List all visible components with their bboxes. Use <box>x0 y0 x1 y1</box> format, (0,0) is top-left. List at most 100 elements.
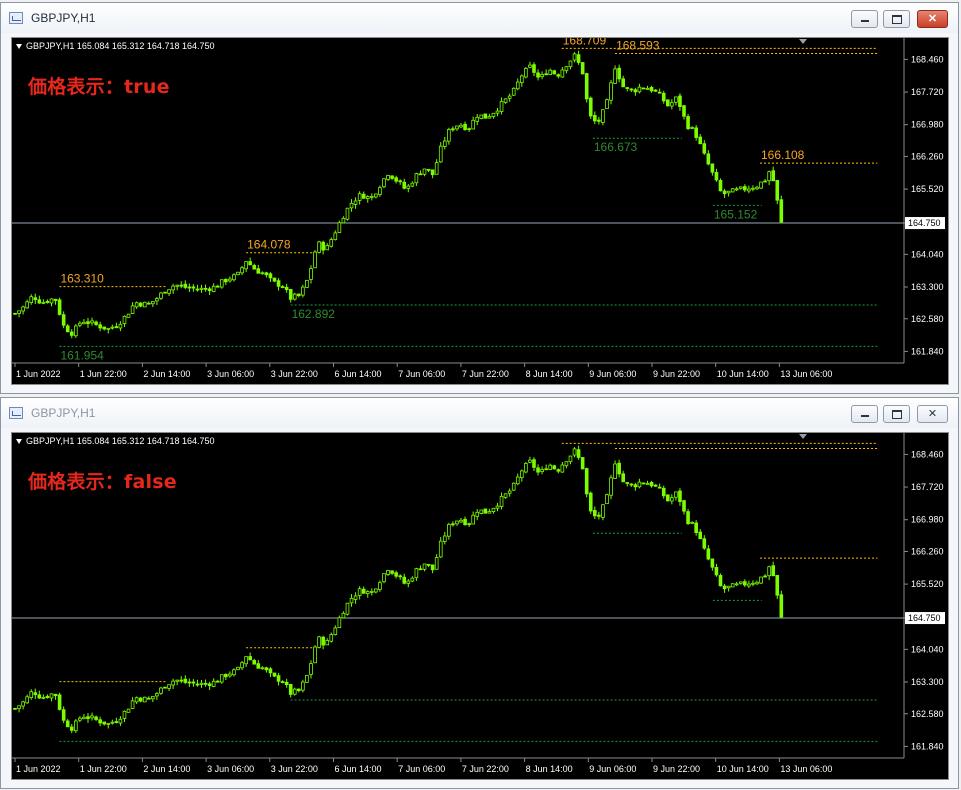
candle-body <box>491 112 496 117</box>
candle-body <box>341 612 346 619</box>
candle-body <box>183 283 188 288</box>
minimize-icon <box>860 415 869 418</box>
candle-body <box>771 565 776 577</box>
candle-body <box>601 109 605 123</box>
candle-body <box>763 180 767 183</box>
candle-body <box>252 660 257 665</box>
candle-body <box>49 693 54 699</box>
candle-body <box>706 548 711 560</box>
candle-body <box>17 705 21 709</box>
price-tick-label: 167.720 <box>911 87 944 97</box>
candle-body <box>219 674 224 683</box>
candle-body <box>463 518 467 526</box>
symbol-dropdown-icon[interactable] <box>16 439 22 444</box>
candle-body <box>532 64 536 73</box>
candle-body <box>548 69 553 75</box>
candle-body <box>511 482 516 491</box>
candle-body <box>187 681 192 684</box>
candle-body <box>743 581 747 586</box>
candle-body <box>57 299 62 315</box>
price-tick-label: 163.300 <box>911 282 944 292</box>
candle-body <box>726 585 731 589</box>
candle-body <box>317 241 321 253</box>
candle-body <box>447 524 451 537</box>
candle-body <box>191 681 196 684</box>
candle-body <box>455 520 459 525</box>
candle-body <box>276 280 281 287</box>
maximize-button[interactable] <box>883 10 910 28</box>
candle-body <box>292 293 297 300</box>
price-chart[interactable]: GBPJPY,H1 165.084 165.312 164.718 164.75… <box>11 432 949 780</box>
candle-body <box>406 185 411 189</box>
candle-body <box>345 602 350 615</box>
candle-body <box>21 306 25 312</box>
candle-body <box>215 285 220 288</box>
candle-body <box>442 140 447 147</box>
candle-body <box>670 497 674 502</box>
candle-body <box>661 487 666 497</box>
candle-body <box>495 110 500 114</box>
candle-body <box>256 663 261 669</box>
candle-body <box>451 128 455 131</box>
maximize-icon <box>891 409 902 419</box>
candle-body <box>37 299 42 304</box>
minimize-button[interactable] <box>851 10 878 28</box>
candle-body <box>142 696 147 703</box>
price-tick-label: 164.040 <box>911 249 944 259</box>
close-button[interactable]: ✕ <box>917 10 948 28</box>
candle-body <box>110 721 115 724</box>
candle-body <box>167 684 171 689</box>
symbol-dropdown-icon[interactable] <box>16 44 22 49</box>
title-bar[interactable]: GBPJPY,H1 ✕ <box>1 398 958 428</box>
candle-body <box>455 125 459 130</box>
minimize-button[interactable] <box>851 405 878 423</box>
candle-body <box>78 717 82 721</box>
candle-body <box>114 326 119 328</box>
time-tick-label: 6 Jun 14:00 <box>335 764 382 774</box>
chart-shift-icon[interactable] <box>799 434 807 439</box>
swing-high-label: 168.709 <box>563 38 607 47</box>
candle-body <box>386 570 390 575</box>
candle-body <box>329 239 334 247</box>
candle-body <box>528 64 532 68</box>
swing-high-label: 166.108 <box>761 148 805 162</box>
candle-body <box>321 241 325 251</box>
time-tick-label: 8 Jun 14:00 <box>526 764 573 774</box>
candle-body <box>653 89 658 92</box>
candle-body <box>633 89 638 93</box>
maximize-button[interactable] <box>883 405 910 423</box>
bid-price-tag-label: 164.750 <box>908 218 941 228</box>
candle-body <box>734 583 739 586</box>
candle-body <box>29 296 34 303</box>
candle-body <box>260 272 265 275</box>
candle-body <box>195 288 200 291</box>
candle-body <box>118 718 123 724</box>
candle-body <box>515 81 520 90</box>
candle-body <box>442 535 447 542</box>
candle-body <box>459 124 463 128</box>
candle-body <box>629 483 634 486</box>
close-button[interactable]: ✕ <box>917 405 948 423</box>
candle-body <box>130 700 135 709</box>
title-bar[interactable]: GBPJPY,H1 ✕ <box>1 3 958 33</box>
candle-body <box>479 114 484 119</box>
candle-body <box>625 87 630 89</box>
chart-window-false[interactable]: GBPJPY,H1 ✕ GBPJPY,H1 165.084 165.312 16… <box>0 397 959 789</box>
chart-window-true[interactable]: GBPJPY,H1 ✕ GBPJPY,H1 165.084 165.312 16… <box>0 2 959 394</box>
candle-body <box>661 92 666 102</box>
candle-body <box>657 486 662 489</box>
chart-shift-icon[interactable] <box>799 39 807 44</box>
candle-body <box>487 116 492 119</box>
candle-body <box>678 490 682 503</box>
candle-body <box>236 666 240 671</box>
candle-body <box>572 448 577 456</box>
price-chart[interactable]: GBPJPY,H1 165.084 165.312 164.718 164.75… <box>11 37 949 385</box>
candle-body <box>572 53 577 61</box>
window-title: GBPJPY,H1 <box>31 406 96 420</box>
minimize-icon <box>860 20 869 23</box>
candle-body <box>61 709 66 721</box>
candle-body <box>94 321 98 325</box>
candle-body <box>155 693 159 697</box>
candle-body <box>297 293 301 297</box>
time-tick-label: 3 Jun 06:00 <box>207 369 254 379</box>
